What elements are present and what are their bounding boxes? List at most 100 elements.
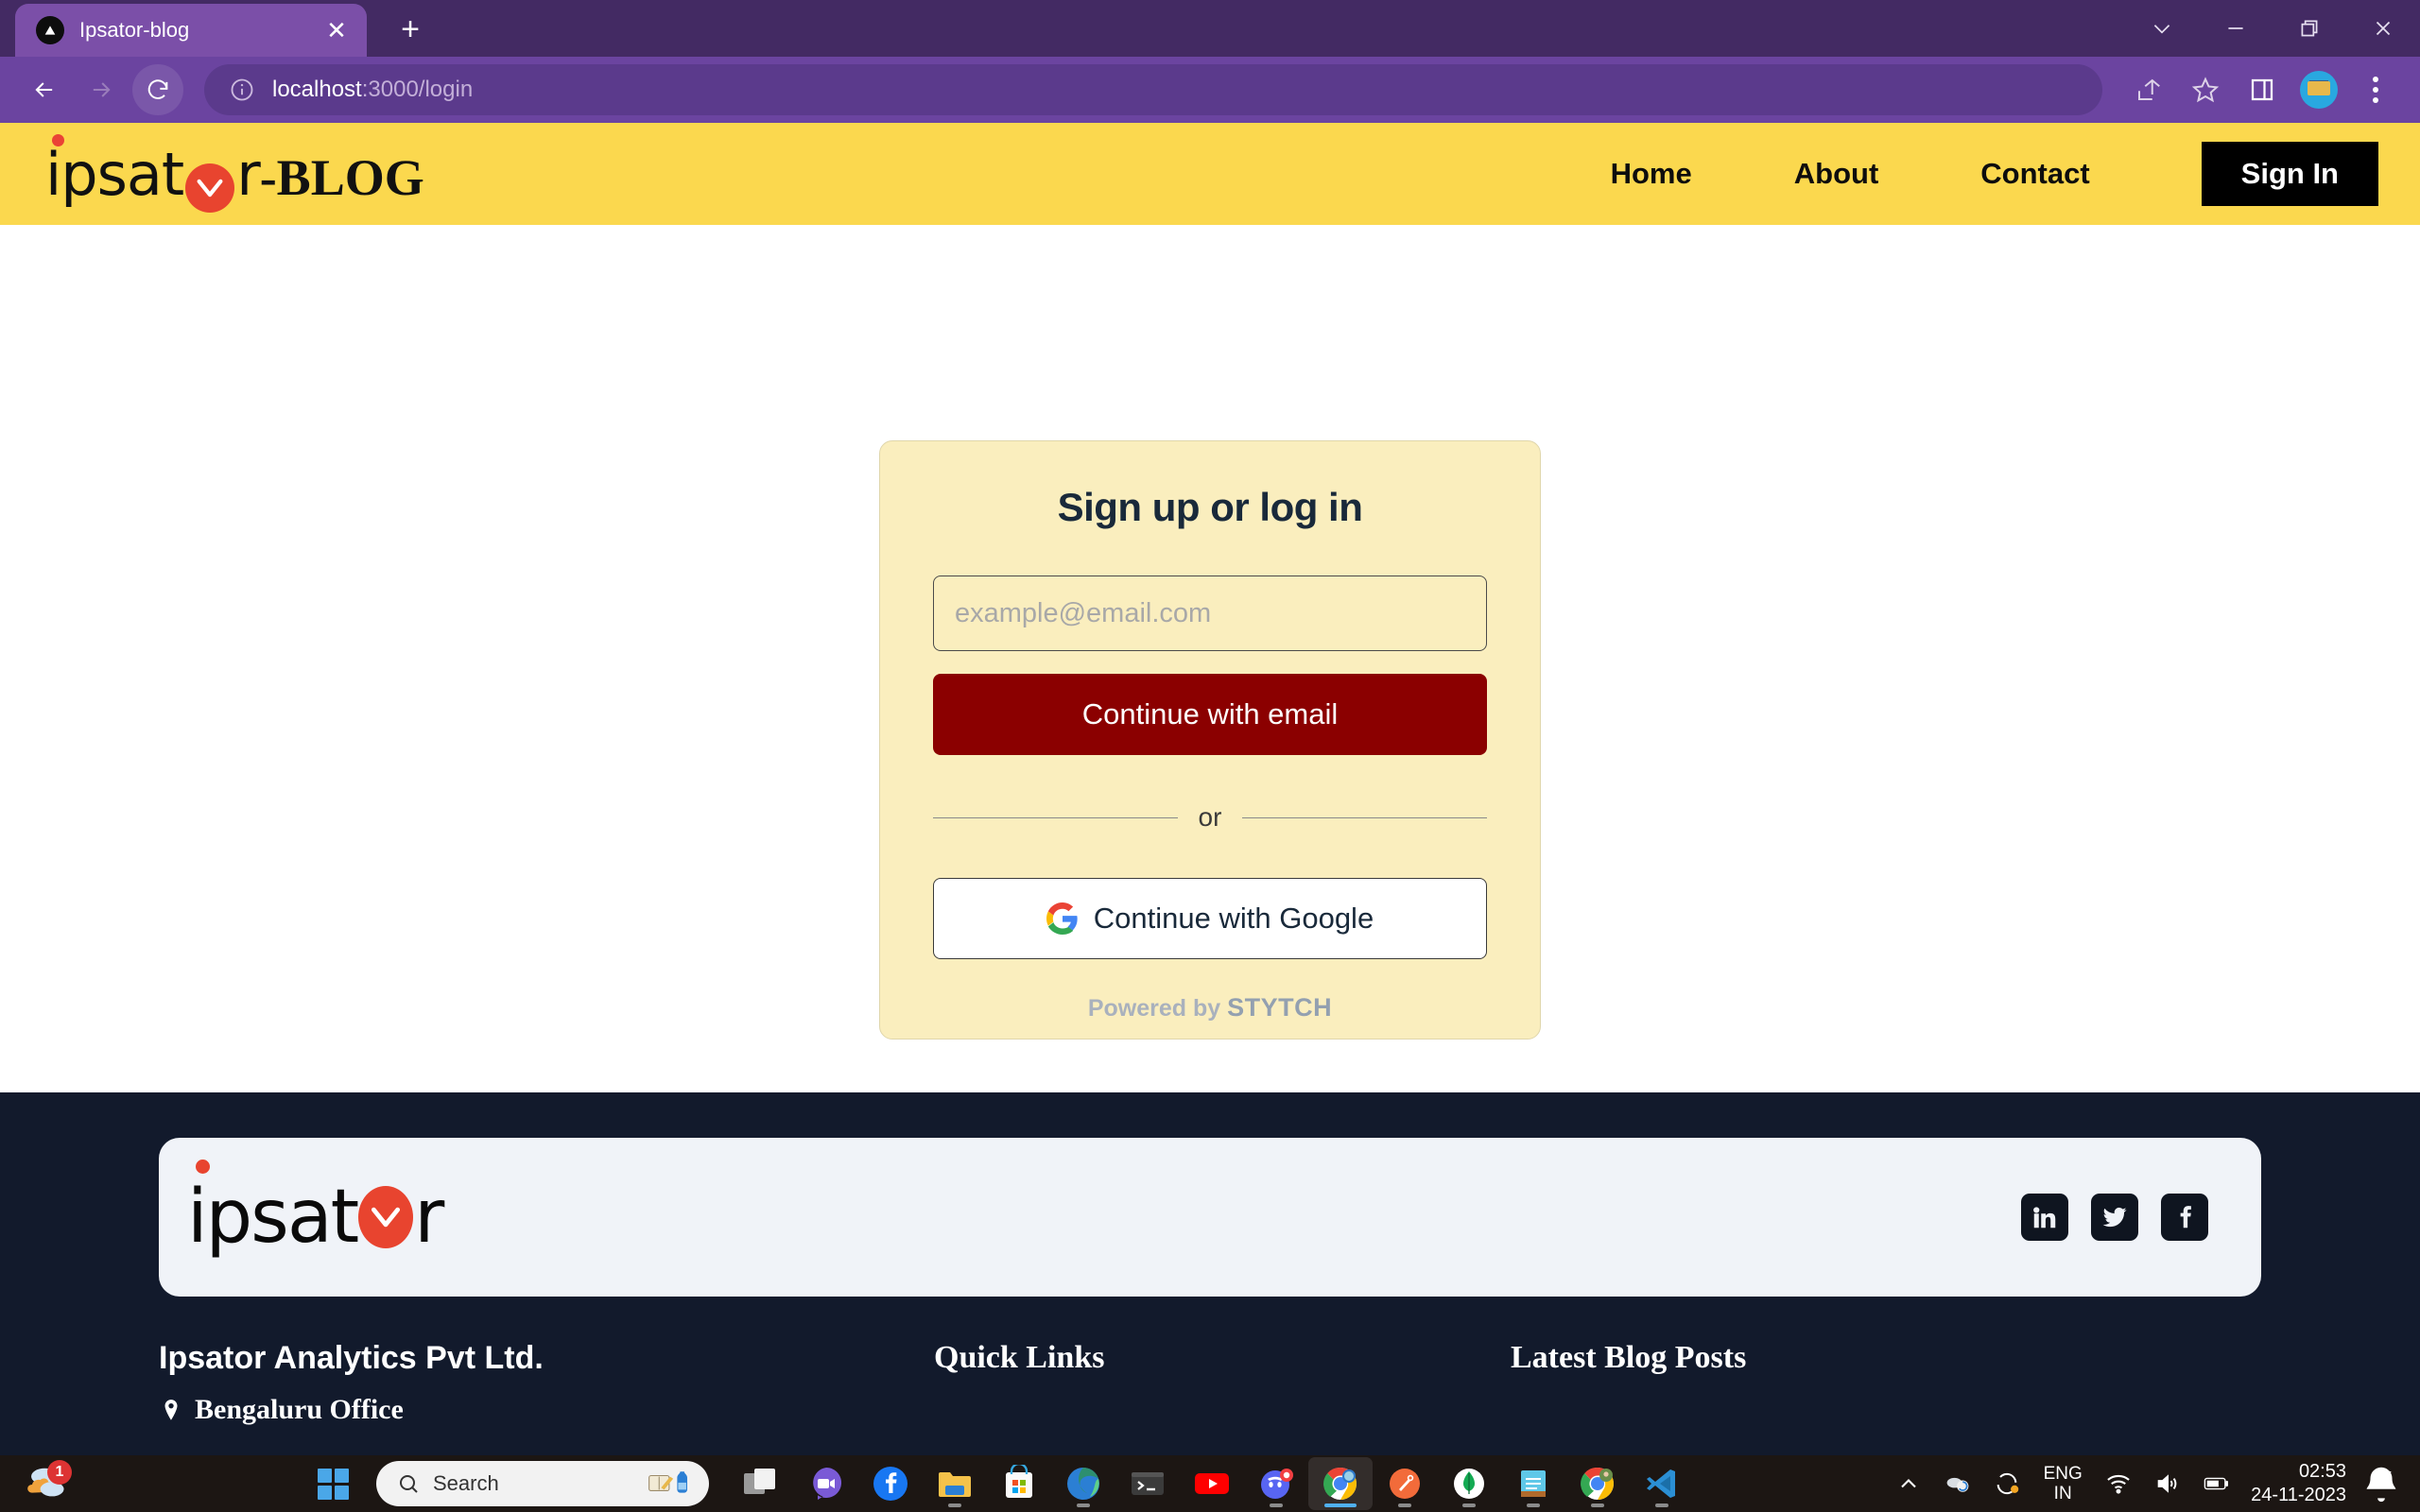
language-indicator[interactable]: ENG IN — [2031, 1464, 2094, 1504]
wifi-icon[interactable] — [2094, 1457, 2143, 1510]
clock-date: 24-11-2023 — [2251, 1484, 2346, 1507]
triangle-favicon-icon — [36, 16, 64, 44]
powered-prefix: Powered by — [1088, 995, 1227, 1022]
email-field[interactable] — [933, 576, 1487, 651]
continue-with-email-button[interactable]: Continue with email — [933, 674, 1487, 755]
check-circle-icon — [185, 163, 234, 213]
search-placeholder: Search — [433, 1471, 630, 1496]
or-divider: or — [933, 802, 1487, 833]
google-g-icon — [1046, 902, 1079, 935]
footer-logo-panel: ipsat r — [159, 1138, 2261, 1297]
site-info-icon[interactable] — [229, 77, 255, 103]
file-explorer-icon — [936, 1465, 974, 1503]
close-icon[interactable]: ✕ — [323, 18, 350, 43]
logo-blog-text: -BLOG — [260, 148, 424, 207]
task-view-icon — [743, 1465, 781, 1503]
taskbar-app-meet-now[interactable] — [794, 1457, 858, 1510]
taskbar-app-google-chrome[interactable] — [1308, 1457, 1373, 1510]
back-icon[interactable] — [19, 64, 70, 115]
svg-text:z: z — [2385, 1468, 2392, 1482]
avatar-art-2 — [2308, 81, 2330, 95]
do-not-disturb-bell-icon[interactable]: z — [2360, 1457, 2403, 1510]
running-indicator — [1527, 1503, 1540, 1507]
side-panel-icon[interactable] — [2237, 64, 2288, 115]
footer-column-company: Ipsator Analytics Pvt Ltd. Bengaluru Off… — [159, 1340, 934, 1426]
close-icon[interactable] — [2346, 0, 2420, 57]
running-indicator — [1077, 1503, 1090, 1507]
battery-icon[interactable] — [2192, 1457, 2241, 1510]
taskbar-app-google-chrome-profile[interactable] — [1565, 1457, 1630, 1510]
divider-label: or — [1199, 802, 1222, 833]
taskbar-app-mongodb-compass[interactable] — [1437, 1457, 1501, 1510]
google-chrome-icon — [1322, 1465, 1359, 1503]
postman-icon — [1386, 1465, 1424, 1503]
browser-tab[interactable]: Ipsator-blog ✕ — [15, 4, 367, 57]
taskbar-app-visual-studio-code[interactable] — [1630, 1457, 1694, 1510]
linkedin-icon[interactable] — [2021, 1194, 2068, 1241]
footer-office: Bengaluru Office — [159, 1394, 934, 1426]
mongodb-compass-icon — [1450, 1465, 1488, 1503]
footer-logo-prefix: ipsat — [187, 1175, 357, 1260]
chrome-menu-icon[interactable] — [2350, 64, 2401, 115]
start-button[interactable] — [312, 1463, 354, 1504]
taskbar-clock[interactable]: 02:53 24-11-2023 — [2241, 1460, 2360, 1507]
logo-text-prefix: ipsat — [45, 140, 183, 209]
twitter-icon[interactable] — [2091, 1194, 2138, 1241]
footer-logo[interactable]: ipsat r — [187, 1175, 442, 1260]
footer-quick-links-title: Quick Links — [934, 1340, 1511, 1376]
address-bar[interactable]: localhost:3000/login — [204, 64, 2102, 115]
microsoft-store-icon — [1000, 1465, 1038, 1503]
logo-text-suffix: r — [236, 140, 260, 209]
show-hidden-icons-chevron-icon[interactable] — [1884, 1457, 1933, 1510]
taskbar-app-microsoft-store[interactable] — [987, 1457, 1051, 1510]
taskbar-app-file-explorer[interactable] — [923, 1457, 987, 1510]
footer-columns: Ipsator Analytics Pvt Ltd. Bengaluru Off… — [159, 1340, 2261, 1426]
running-indicator — [1462, 1503, 1476, 1507]
onedrive-icon[interactable] — [1933, 1457, 1982, 1510]
site-footer: ipsat r — [0, 1092, 2420, 1455]
taskbar-apps — [730, 1457, 1694, 1510]
taskbar-app-youtube[interactable] — [1180, 1457, 1244, 1510]
taskbar-weather-widget[interactable]: 1 — [0, 1462, 312, 1505]
nav-item-home[interactable]: Home — [1560, 157, 1743, 191]
running-indicator — [1398, 1503, 1411, 1507]
taskbar-app-task-view[interactable] — [730, 1457, 794, 1510]
minimize-icon[interactable] — [2199, 0, 2273, 57]
new-tab-button[interactable]: + — [391, 13, 429, 45]
url-path: :3000/login — [362, 77, 473, 102]
nav-item-contact[interactable]: Contact — [1929, 157, 2140, 191]
sign-in-button[interactable]: Sign In — [2202, 142, 2378, 206]
profile-avatar[interactable] — [2293, 64, 2344, 115]
divider-line-left — [933, 817, 1178, 818]
taskbar-app-facebook[interactable] — [858, 1457, 923, 1510]
taskbar-center: Search — [312, 1457, 1884, 1510]
forward-icon[interactable] — [76, 64, 127, 115]
taskbar-app-notepad[interactable] — [1501, 1457, 1565, 1510]
windows-taskbar: 1 Search — [0, 1455, 2420, 1512]
reload-icon[interactable] — [132, 64, 183, 115]
chevron-down-icon[interactable] — [2125, 0, 2199, 57]
taskbar-app-microsoft-edge[interactable] — [1051, 1457, 1115, 1510]
bookmark-star-icon[interactable] — [2180, 64, 2231, 115]
taskbar-app-terminal[interactable] — [1115, 1457, 1180, 1510]
volume-icon[interactable] — [2143, 1457, 2192, 1510]
site-logo[interactable]: ipsat r -BLOG — [45, 140, 424, 209]
continue-with-google-button[interactable]: Continue with Google — [933, 878, 1487, 959]
facebook-icon[interactable] — [2161, 1194, 2208, 1241]
share-icon[interactable] — [2123, 64, 2174, 115]
weather-icon: 1 — [21, 1462, 87, 1505]
browser-window: Ipsator-blog ✕ + — [0, 0, 2420, 1455]
search-illustration-icon — [643, 1468, 700, 1500]
taskbar-app-discord[interactable] — [1244, 1457, 1308, 1510]
avatar — [2300, 71, 2338, 109]
search-input[interactable]: Search — [376, 1461, 709, 1506]
clock-time: 02:53 — [2251, 1460, 2346, 1484]
taskbar-app-postman[interactable] — [1373, 1457, 1437, 1510]
nav-item-about[interactable]: About — [1743, 157, 1930, 191]
address-bar-text: localhost:3000/login — [272, 77, 473, 103]
update-icon[interactable] — [1982, 1457, 2031, 1510]
language-line-1: ENG — [2031, 1464, 2094, 1484]
footer-column-blog-posts: Latest Blog Posts — [1511, 1340, 2261, 1426]
facebook-icon — [872, 1465, 909, 1503]
restore-icon[interactable] — [2273, 0, 2346, 57]
